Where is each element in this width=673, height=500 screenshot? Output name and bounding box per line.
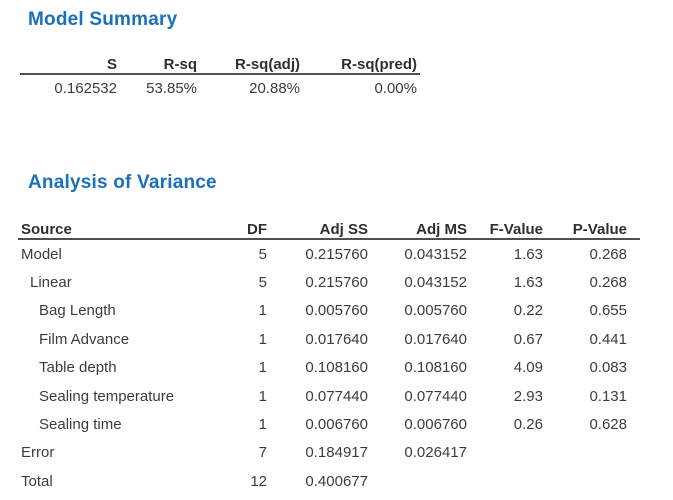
- anova-cell-adj-ss: 0.077440: [267, 388, 368, 405]
- anova-cell-f-value: 1.63: [467, 274, 543, 291]
- anova-col-f-value: F-Value: [467, 221, 543, 238]
- anova-cell-df: 1: [197, 416, 267, 433]
- anova-cell-adj-ms: 0.108160: [368, 359, 467, 376]
- anova-cell-adj-ms: 0.006760: [368, 416, 467, 433]
- anova-row: Sealing time 1 0.006760 0.006760 0.26 0.…: [18, 410, 640, 438]
- anova-header-row: Source DF Adj SS Adj MS F-Value P-Value: [18, 216, 640, 240]
- anova-col-source: Source: [18, 221, 197, 238]
- model-summary-title: Model Summary: [28, 7, 177, 32]
- anova-row: Sealing temperature 1 0.077440 0.077440 …: [18, 382, 640, 410]
- anova-cell-adj-ss: 0.184917: [267, 444, 368, 461]
- model-summary-header-row: S R-sq R-sq(adj) R-sq(pred): [20, 52, 420, 75]
- model-summary-value-row: 0.162532 53.85% 20.88% 0.00%: [20, 75, 420, 102]
- anova-cell-p-value: 0.268: [543, 274, 627, 291]
- ms-value-rsq-pred: 0.00%: [300, 80, 417, 97]
- anova-col-adj-ss: Adj SS: [267, 221, 368, 238]
- anova-cell-df: 1: [197, 388, 267, 405]
- anova-cell-df: 7: [197, 444, 267, 461]
- anova-cell-source: Bag Length: [18, 302, 197, 319]
- stats-output-pane: Model Summary S R-sq R-sq(adj) R-sq(pred…: [0, 0, 673, 500]
- anova-col-df: DF: [197, 221, 267, 238]
- ms-col-s: S: [20, 56, 117, 73]
- ms-col-rsq-adj: R-sq(adj): [197, 56, 300, 73]
- ms-value-rsq-adj: 20.88%: [197, 80, 300, 97]
- anova-cell-adj-ss: 0.006760: [267, 416, 368, 433]
- anova-row: Model 5 0.215760 0.043152 1.63 0.268: [18, 240, 640, 268]
- anova-row: Linear 5 0.215760 0.043152 1.63 0.268: [18, 268, 640, 296]
- anova-cell-df: 1: [197, 359, 267, 376]
- anova-cell-adj-ss: 0.108160: [267, 359, 368, 376]
- anova-cell-df: 1: [197, 302, 267, 319]
- anova-cell-df: 5: [197, 274, 267, 291]
- anova-cell-adj-ms: 0.043152: [368, 246, 467, 263]
- anova-cell-adj-ms: 0.005760: [368, 302, 467, 319]
- anova-cell-p-value: 0.655: [543, 302, 627, 319]
- anova-col-p-value: P-Value: [543, 221, 627, 238]
- anova-cell-source: Sealing time: [18, 416, 197, 433]
- anova-row: Film Advance 1 0.017640 0.017640 0.67 0.…: [18, 325, 640, 353]
- anova-cell-source: Sealing temperature: [18, 388, 197, 405]
- ms-col-rsq-pred: R-sq(pred): [300, 56, 417, 73]
- anova-cell-adj-ss: 0.215760: [267, 274, 368, 291]
- anova-cell-p-value: 0.083: [543, 359, 627, 376]
- anova-row: Bag Length 1 0.005760 0.005760 0.22 0.65…: [18, 297, 640, 325]
- anova-cell-df: 1: [197, 331, 267, 348]
- anova-row: Total 12 0.400677: [18, 467, 640, 495]
- anova-cell-adj-ss: 0.215760: [267, 246, 368, 263]
- anova-cell-adj-ms: 0.026417: [368, 444, 467, 461]
- anova-cell-f-value: 2.93: [467, 388, 543, 405]
- anova-col-adj-ms: Adj MS: [368, 221, 467, 238]
- anova-cell-f-value: 0.26: [467, 416, 543, 433]
- anova-cell-df: 5: [197, 246, 267, 263]
- anova-cell-f-value: 0.22: [467, 302, 543, 319]
- ms-col-rsq: R-sq: [117, 56, 197, 73]
- anova-cell-source: Total: [18, 473, 197, 490]
- anova-cell-adj-ss: 0.017640: [267, 331, 368, 348]
- model-summary-table: S R-sq R-sq(adj) R-sq(pred) 0.162532 53.…: [20, 52, 420, 102]
- anova-cell-source: Film Advance: [18, 331, 197, 348]
- anova-cell-source: Linear: [18, 274, 197, 291]
- anova-cell-f-value: 4.09: [467, 359, 543, 376]
- anova-cell-adj-ss: 0.400677: [267, 473, 368, 490]
- anova-title: Analysis of Variance: [28, 170, 217, 195]
- anova-cell-p-value: 0.628: [543, 416, 627, 433]
- anova-table: Source DF Adj SS Adj MS F-Value P-Value …: [18, 216, 640, 496]
- anova-cell-p-value: 0.131: [543, 388, 627, 405]
- anova-cell-adj-ms: 0.017640: [368, 331, 467, 348]
- anova-row: Table depth 1 0.108160 0.108160 4.09 0.0…: [18, 354, 640, 382]
- anova-cell-f-value: 1.63: [467, 246, 543, 263]
- anova-cell-adj-ms: 0.043152: [368, 274, 467, 291]
- ms-value-s: 0.162532: [20, 80, 117, 97]
- anova-cell-df: 12: [197, 473, 267, 490]
- anova-row: Error 7 0.184917 0.026417: [18, 439, 640, 467]
- anova-cell-f-value: 0.67: [467, 331, 543, 348]
- anova-cell-source: Table depth: [18, 359, 197, 376]
- anova-cell-adj-ms: 0.077440: [368, 388, 467, 405]
- anova-cell-source: Error: [18, 444, 197, 461]
- anova-cell-p-value: 0.268: [543, 246, 627, 263]
- anova-cell-adj-ss: 0.005760: [267, 302, 368, 319]
- ms-value-rsq: 53.85%: [117, 80, 197, 97]
- anova-body: Model 5 0.215760 0.043152 1.63 0.268 Lin…: [18, 240, 640, 496]
- anova-cell-p-value: 0.441: [543, 331, 627, 348]
- anova-cell-source: Model: [18, 246, 197, 263]
